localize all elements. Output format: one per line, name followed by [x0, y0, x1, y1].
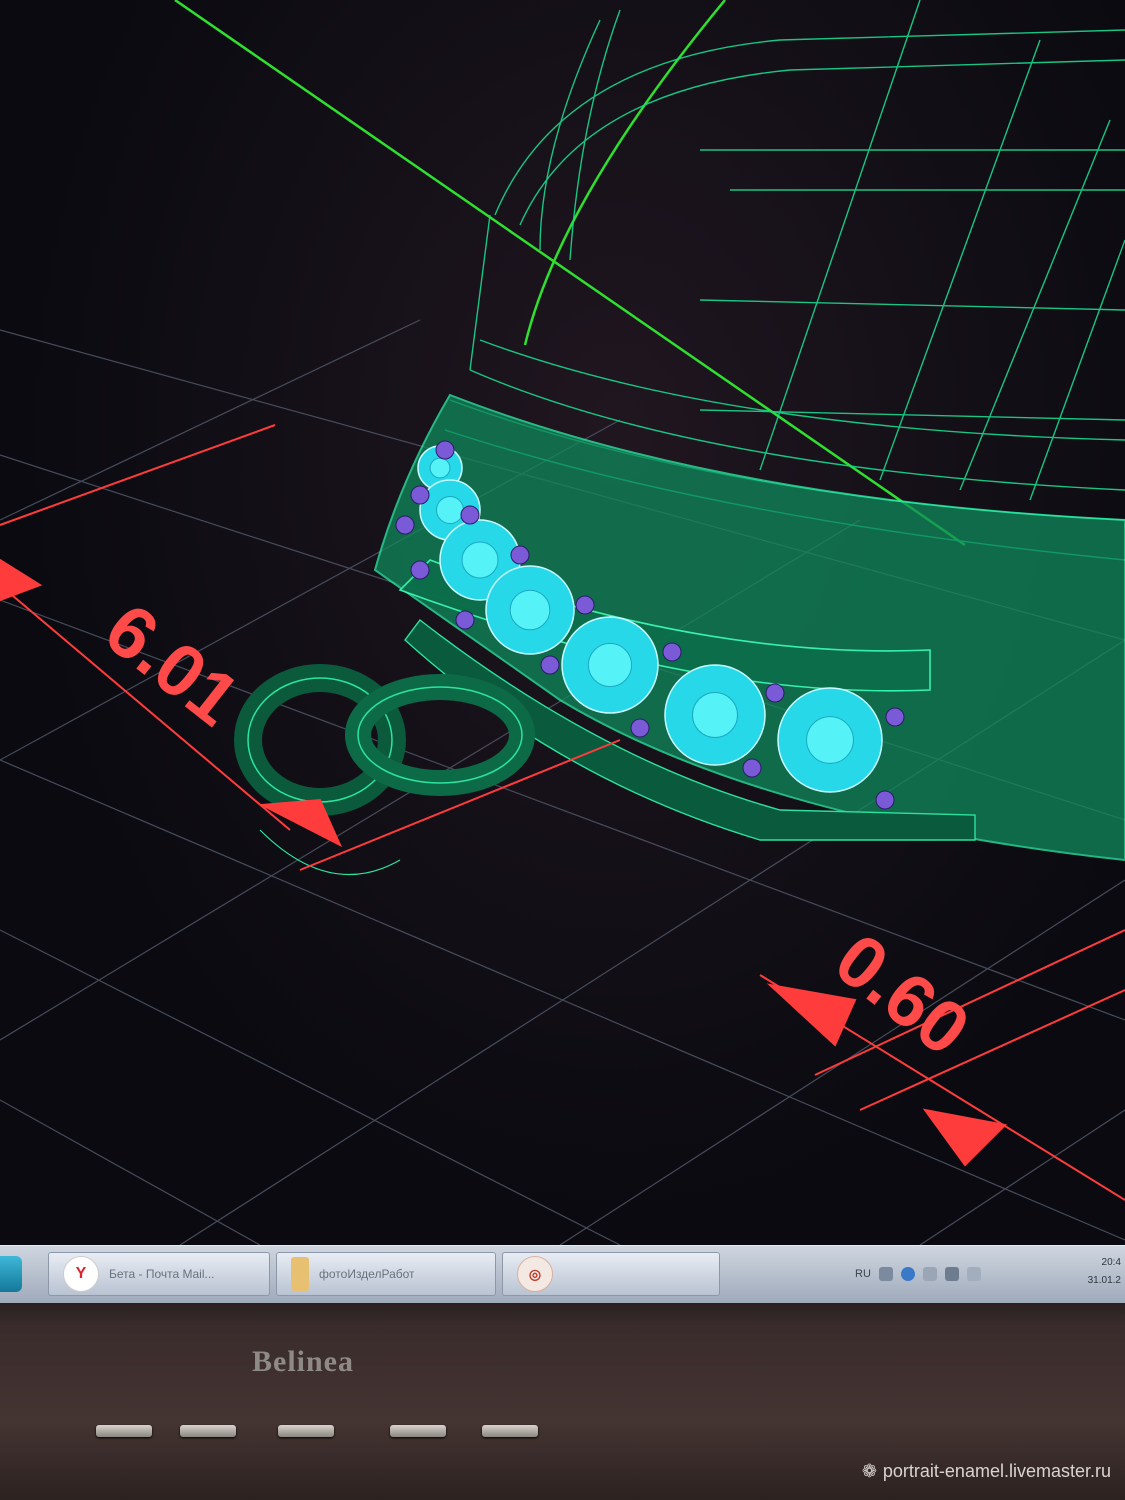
network-icon[interactable]	[922, 1267, 937, 1281]
taskbar-item-label: Бета - Почта Mail...	[109, 1267, 215, 1281]
windows-taskbar: Y Бета - Почта Mail... фотоИзделРабот ◎ …	[0, 1245, 1125, 1304]
taskbar-item-folder[interactable]: фотоИзделРабот	[276, 1252, 496, 1296]
clock[interactable]: 20:4 31.01.2	[1088, 1254, 1121, 1290]
prong	[460, 505, 480, 525]
prong	[435, 440, 455, 460]
watermark: ❁ portrait-enamel.livemaster.ru	[862, 1461, 1111, 1482]
dimension-label-0-60: 0.60	[820, 917, 985, 1071]
dimension-label-6-01: 6.01	[90, 587, 255, 741]
cad-viewport-screen[interactable]: 6.01 0.60	[0, 0, 1125, 1245]
taskbar-item-label: фотоИзделРабот	[319, 1267, 415, 1281]
prong	[885, 707, 905, 727]
ring-band	[373, 393, 1125, 862]
gem-table	[806, 716, 854, 764]
prong	[742, 758, 762, 778]
volume-icon[interactable]	[966, 1267, 981, 1281]
prong	[510, 545, 530, 565]
dimension-0-60	[759, 929, 1125, 1201]
prong	[540, 655, 560, 675]
gem-table	[461, 541, 499, 579]
help-icon[interactable]	[900, 1267, 915, 1281]
monitor-brand: Belinea	[252, 1345, 354, 1378]
clock-date: 31.01.2	[1087, 1275, 1121, 1286]
folder-icon	[291, 1257, 309, 1291]
gem-table	[509, 589, 551, 631]
document-icon[interactable]	[878, 1267, 893, 1281]
gem-table	[436, 496, 464, 524]
system-tray: RU 20:4 31.01.2	[855, 1252, 1125, 1296]
monitor-button[interactable]	[278, 1425, 334, 1437]
prong	[395, 515, 415, 535]
prong	[875, 790, 895, 810]
gem-table	[429, 457, 451, 479]
monitor-button[interactable]	[96, 1425, 152, 1437]
monitor-bezel: Belinea ❁ portrait-enamel.livemaster.ru	[0, 1303, 1125, 1500]
yandex-browser-icon: Y	[63, 1256, 99, 1292]
taskbar-item-yandex-mail[interactable]: Y Бета - Почта Mail...	[48, 1252, 270, 1296]
flower-icon: ❁	[861, 1461, 877, 1481]
gem-table	[692, 692, 738, 738]
prong	[662, 642, 682, 662]
prong	[575, 595, 595, 615]
language-indicator[interactable]: RU	[855, 1268, 871, 1280]
prong	[410, 560, 430, 580]
start-orb-icon[interactable]	[0, 1256, 22, 1292]
watermark-text: portrait-enamel.livemaster.ru	[882, 1461, 1111, 1481]
clock-time: 20:4	[1101, 1257, 1121, 1268]
monitor-button[interactable]	[390, 1425, 446, 1437]
app-logo-icon: ◎	[517, 1256, 553, 1292]
prong	[455, 610, 475, 630]
monitor-button[interactable]	[482, 1425, 538, 1437]
gem-table	[587, 642, 633, 688]
prong	[410, 485, 430, 505]
3d-viewport[interactable]: 6.01 0.60	[0, 0, 1125, 1245]
monitor-button[interactable]	[180, 1425, 236, 1437]
taskbar-item-app[interactable]: ◎	[502, 1252, 720, 1296]
flag-icon[interactable]	[944, 1267, 959, 1281]
prong	[630, 718, 650, 738]
prong	[765, 683, 785, 703]
